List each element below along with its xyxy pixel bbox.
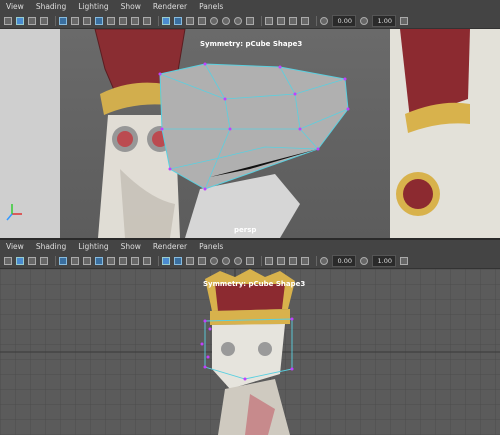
backface-culling-icon[interactable]: [301, 256, 309, 265]
film-gate-icon[interactable]: [71, 16, 79, 25]
safe-title-icon[interactable]: [131, 256, 139, 265]
field-chart-icon[interactable]: [107, 16, 115, 25]
lights-icon[interactable]: [198, 256, 206, 265]
image-plane-icon[interactable]: [40, 16, 48, 25]
wireframe-on-shaded-icon[interactable]: [174, 256, 182, 265]
bottom-viewport-scene: [0, 269, 500, 435]
symmetry-label: Symmetry: pCube Shape3: [203, 280, 306, 288]
camera-attributes-icon[interactable]: [16, 16, 24, 25]
menu-view[interactable]: View: [6, 242, 24, 251]
exposure-icon[interactable]: [320, 16, 328, 25]
film-gate-icon[interactable]: [71, 256, 79, 265]
gamma-field[interactable]: 1.00: [372, 14, 396, 27]
wireframe-icon[interactable]: [143, 16, 151, 25]
gate-mask-icon[interactable]: [95, 16, 103, 25]
shadows-icon[interactable]: [210, 256, 218, 265]
multisample-icon[interactable]: [246, 256, 254, 265]
multisample-icon[interactable]: [246, 16, 254, 25]
top-viewport-panel: View Shading Lighting Show Renderer Pane…: [0, 0, 500, 240]
gate-mask-icon[interactable]: [95, 256, 103, 265]
menu-show[interactable]: Show: [121, 242, 141, 251]
resolution-gate-icon[interactable]: [83, 16, 91, 25]
motion-blur-icon[interactable]: [234, 256, 242, 265]
gamma-icon[interactable]: [360, 16, 368, 25]
menu-renderer[interactable]: Renderer: [153, 2, 187, 11]
xray-icon[interactable]: [277, 256, 285, 265]
menu-panels[interactable]: Panels: [199, 2, 223, 11]
gamma-icon[interactable]: [360, 256, 368, 265]
ambient-occlusion-icon[interactable]: [222, 16, 230, 25]
gamma-field[interactable]: 1.00: [372, 254, 396, 267]
bookmark-icon[interactable]: [28, 16, 36, 25]
bookmark-icon[interactable]: [28, 256, 36, 265]
axis-gizmo-icon: [6, 204, 22, 221]
safe-action-icon[interactable]: [119, 256, 127, 265]
menu-shading[interactable]: Shading: [36, 2, 66, 11]
camera-attributes-icon[interactable]: [16, 256, 24, 265]
wireframe-on-shaded-icon[interactable]: [174, 16, 182, 25]
front-viewport[interactable]: Symmetry: pCube Shape3: [0, 269, 500, 435]
symmetry-label: Symmetry: pCube Shape3: [200, 40, 303, 48]
bottom-panel-toolbar: 0.00 1.00: [0, 253, 500, 269]
resolution-gate-icon[interactable]: [83, 256, 91, 265]
persp-viewport[interactable]: Symmetry: pCube Shape3 persp: [0, 29, 500, 240]
textured-icon[interactable]: [186, 16, 194, 25]
shadows-icon[interactable]: [210, 16, 218, 25]
isolate-select-icon[interactable]: [265, 256, 273, 265]
bottom-viewport-panel: View Shading Lighting Show Renderer Pane…: [0, 240, 500, 435]
camera-icon[interactable]: [4, 256, 12, 265]
bottom-panel-menubar: View Shading Lighting Show Renderer Pane…: [0, 240, 500, 253]
grid-icon[interactable]: [59, 256, 67, 265]
color-management-icon[interactable]: [400, 16, 408, 25]
menu-renderer[interactable]: Renderer: [153, 242, 187, 251]
ambient-occlusion-icon[interactable]: [222, 256, 230, 265]
menu-lighting[interactable]: Lighting: [78, 2, 108, 11]
lights-icon[interactable]: [198, 16, 206, 25]
motion-blur-icon[interactable]: [234, 16, 242, 25]
reference-crown-right: [396, 29, 470, 216]
grid-icon[interactable]: [59, 16, 67, 25]
top-panel-menubar: View Shading Lighting Show Renderer Pane…: [0, 0, 500, 13]
xray-icon[interactable]: [277, 16, 285, 25]
color-management-icon[interactable]: [400, 256, 408, 265]
top-viewport-scene: [6, 29, 470, 238]
camera-icon[interactable]: [4, 16, 12, 25]
exposure-field[interactable]: 0.00: [332, 254, 356, 267]
xray-joints-icon[interactable]: [289, 256, 297, 265]
backface-culling-icon[interactable]: [301, 16, 309, 25]
textured-icon[interactable]: [186, 256, 194, 265]
xray-joints-icon[interactable]: [289, 16, 297, 25]
safe-title-icon[interactable]: [131, 16, 139, 25]
exposure-icon[interactable]: [320, 256, 328, 265]
wireframe-icon[interactable]: [143, 256, 151, 265]
menu-panels[interactable]: Panels: [199, 242, 223, 251]
field-chart-icon[interactable]: [107, 256, 115, 265]
smooth-shade-icon[interactable]: [162, 256, 170, 265]
menu-view[interactable]: View: [6, 2, 24, 11]
exposure-field[interactable]: 0.00: [332, 14, 356, 27]
menu-lighting[interactable]: Lighting: [78, 242, 108, 251]
top-panel-toolbar: 0.00 1.00: [0, 13, 500, 29]
isolate-select-icon[interactable]: [265, 16, 273, 25]
menu-shading[interactable]: Shading: [36, 242, 66, 251]
camera-name-label: persp: [234, 226, 257, 234]
menu-show[interactable]: Show: [121, 2, 141, 11]
image-plane-icon[interactable]: [40, 256, 48, 265]
smooth-shade-icon[interactable]: [162, 16, 170, 25]
pcube-mesh: [158, 62, 350, 191]
safe-action-icon[interactable]: [119, 16, 127, 25]
